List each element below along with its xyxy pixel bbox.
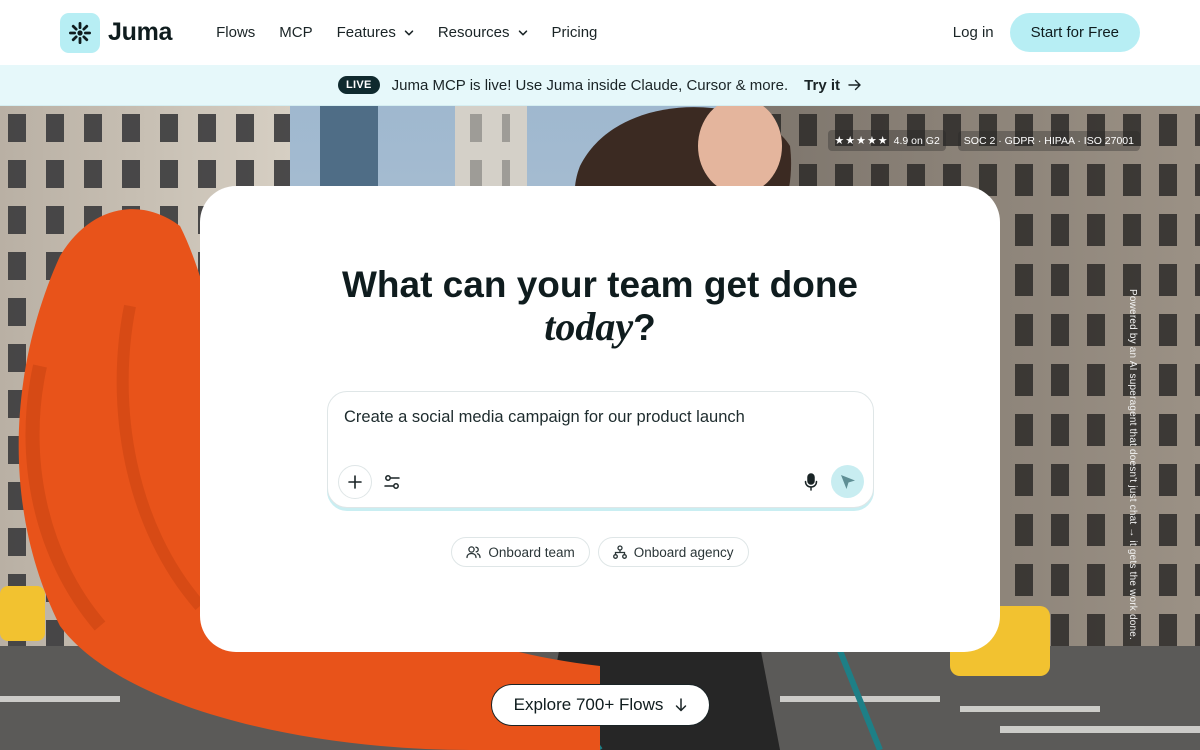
rating-text: 4.9 on G2 [893, 134, 940, 147]
org-chart-icon [612, 545, 627, 559]
g2-rating-badge: ★★★★★ 4.9 on G2 [828, 130, 946, 151]
nav-actions: Log in Start for Free [953, 13, 1140, 52]
nav-link-mcp[interactable]: MCP [279, 24, 312, 41]
users-icon [466, 546, 482, 559]
chip-label: Onboard agency [633, 544, 734, 560]
arrow-right-icon [848, 79, 861, 91]
logo-link[interactable]: Juma [60, 12, 173, 53]
arrow-down-icon [676, 698, 687, 712]
prompt-settings-button[interactable] [380, 470, 404, 494]
send-arrow-icon [840, 474, 855, 489]
chip-onboard-agency[interactable]: Onboard agency [597, 537, 749, 567]
side-caption: Powered by an AI superagent that doesn't… [1121, 289, 1141, 659]
nav-link-label: Resources [437, 24, 510, 41]
chip-onboard-team[interactable]: Onboard team [451, 537, 590, 567]
start-for-free-button[interactable]: Start for Free [1009, 13, 1140, 52]
suggestion-chips: Onboard team Onboard agency [200, 537, 1000, 567]
nav-link-label: MCP [279, 24, 313, 41]
headline-end: ? [633, 307, 656, 348]
headline-italic-word: today [544, 304, 634, 349]
microphone-icon [804, 473, 818, 491]
sliders-icon [384, 475, 400, 489]
trust-badges: ★★★★★ 4.9 on G2 SOC 2 · GDPR · HIPAA · I… [828, 130, 1140, 151]
send-button[interactable] [831, 465, 864, 498]
juma-logo-icon [60, 12, 100, 53]
logo-wordmark: Juma [108, 18, 173, 46]
nav-links: Flows MCP Features Resources Pricing [216, 24, 621, 41]
plus-icon [348, 475, 362, 489]
chevron-down-icon [404, 29, 414, 35]
explore-flows-label: Explore 700+ Flows [513, 695, 664, 714]
add-attachment-button[interactable] [338, 465, 372, 499]
nav-link-flows[interactable]: Flows [216, 24, 255, 41]
compliance-badge: SOC 2 · GDPR · HIPAA · ISO 27001 [957, 130, 1140, 151]
nav-link-label: Features [336, 24, 396, 41]
nav-link-features[interactable]: Features [337, 24, 414, 41]
try-it-link[interactable]: Try it [804, 77, 862, 94]
login-link[interactable]: Log in [953, 24, 994, 41]
star-rating-icon: ★★★★★ [834, 135, 889, 147]
try-it-label: Try it [804, 76, 841, 94]
announcement-banner: LIVE Juma MCP is live! Use Juma inside C… [0, 65, 1200, 106]
voice-input-button[interactable] [799, 470, 823, 494]
banner-text: Juma MCP is live! Use Juma inside Claude… [391, 76, 789, 94]
nav-link-label: Pricing [551, 24, 598, 41]
nav-link-label: Flows [216, 24, 256, 41]
hero-headline: What can your team get done today? [200, 264, 1000, 349]
chevron-down-icon [518, 29, 527, 35]
explore-flows-button[interactable]: Explore 700+ Flows [491, 684, 710, 726]
prompt-input[interactable]: Create a social media campaign for our p… [344, 408, 745, 427]
top-navigation: Juma Flows MCP Features Resources Pricin… [0, 0, 1200, 65]
nav-link-resources[interactable]: Resources [438, 24, 528, 41]
headline-line1: What can your team get done [341, 264, 858, 305]
chip-label: Onboard team [488, 544, 575, 560]
side-caption-text: Powered by an AI superagent that doesn't… [1127, 289, 1138, 641]
live-badge: LIVE [337, 76, 380, 94]
prompt-input-box[interactable]: Create a social media campaign for our p… [327, 391, 874, 508]
hero-prompt-card: What can your team get done today? Creat… [200, 186, 1000, 652]
compliance-text: SOC 2 · GDPR · HIPAA · ISO 27001 [963, 134, 1134, 147]
nav-link-pricing[interactable]: Pricing [552, 24, 598, 41]
